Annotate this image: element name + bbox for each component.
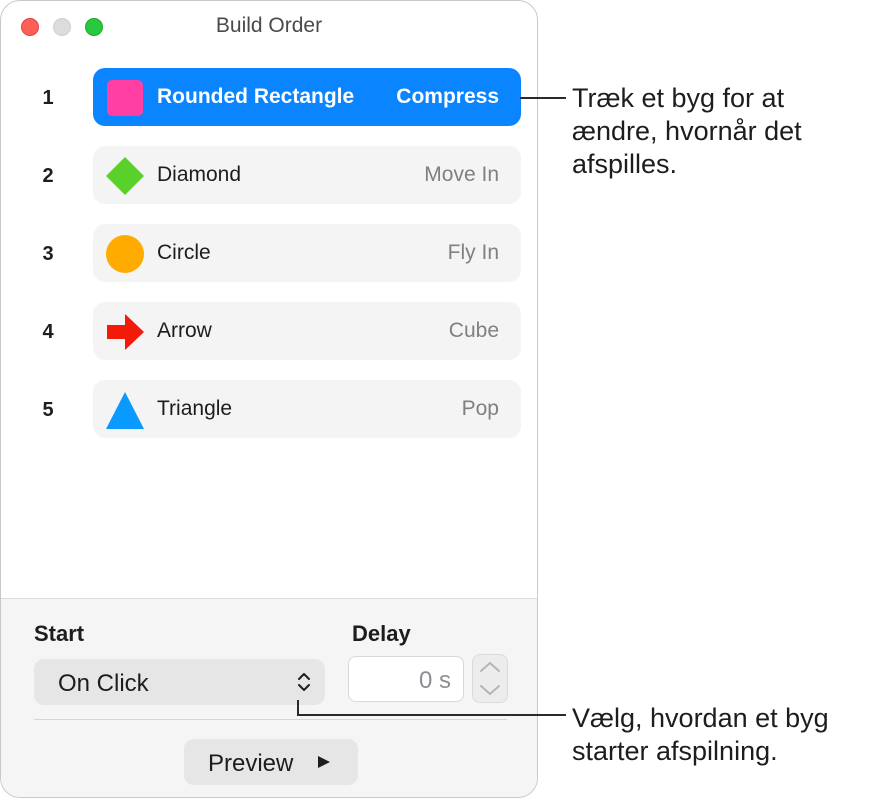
callout-line-text: ændre, hvornår det <box>572 116 802 146</box>
build-name: Rounded Rectangle <box>157 85 355 108</box>
start-label: Start <box>34 621 85 646</box>
start-value: On Click <box>58 670 149 697</box>
delay-value: 0 s <box>418 667 451 694</box>
up-down-chevron-icon <box>298 673 310 691</box>
build-effect: Fly In <box>447 241 499 264</box>
build-settings-panel: Start Delay On Click 0 s Preview <box>1 598 537 797</box>
callout-line <box>297 714 566 716</box>
delay-field[interactable]: 0 s <box>348 656 464 702</box>
build-name: Triangle <box>157 397 233 420</box>
build-row-diamond[interactable]: Diamond Move In <box>93 146 521 204</box>
callout-line-text: Træk et byg for at <box>572 83 785 113</box>
preview-button[interactable]: Preview <box>184 739 358 785</box>
delay-stepper[interactable] <box>472 654 508 703</box>
chevron-down-icon <box>480 685 500 695</box>
divider <box>34 719 507 720</box>
build-effect: Pop <box>461 397 499 420</box>
preview-label: Preview <box>208 750 294 777</box>
build-number: 4 <box>42 321 54 343</box>
build-row-rounded-rectangle[interactable]: Rounded Rectangle Compress <box>93 68 521 126</box>
callout-line-text: Vælg, hvordan et byg <box>572 703 829 733</box>
build-effect: Compress <box>396 85 499 108</box>
build-number: 2 <box>42 165 54 187</box>
stepper-down-button[interactable] <box>473 678 507 702</box>
window-title: Build Order <box>215 14 323 37</box>
delay-label: Delay <box>352 621 411 646</box>
build-name: Arrow <box>157 319 212 342</box>
build-name: Diamond <box>157 163 242 186</box>
green-diamond-icon <box>106 157 144 195</box>
build-number: 1 <box>42 87 54 109</box>
callout-line <box>297 700 299 715</box>
build-row-arrow[interactable]: Arrow Cube <box>93 302 521 360</box>
title-bar: Build Order <box>1 1 537 53</box>
callout-reorder: Træk et byg for at ændre, hvornår det af… <box>572 82 802 181</box>
callout-line-text: starter afspilning. <box>572 736 778 766</box>
chevron-up-icon <box>480 662 500 672</box>
build-row-triangle[interactable]: Triangle Pop <box>93 380 521 438</box>
red-arrow-icon <box>107 314 144 350</box>
build-name: Circle <box>157 241 211 264</box>
build-number: 5 <box>42 399 54 421</box>
pink-rounded-square-icon <box>107 80 143 116</box>
build-effect: Move In <box>424 163 499 186</box>
stepper-up-button[interactable] <box>473 655 507 679</box>
callout-line-text: afspilles. <box>572 149 678 179</box>
play-icon <box>318 756 330 768</box>
build-order-window: Build Order 1 Rounded Rectangle Compress… <box>0 0 538 798</box>
start-popup-menu[interactable]: On Click <box>34 659 325 705</box>
build-effect: Cube <box>448 319 499 342</box>
blue-triangle-icon <box>106 392 144 429</box>
orange-circle-icon <box>106 235 144 273</box>
build-number: 3 <box>42 243 54 265</box>
callout-start: Vælg, hvordan et byg starter afspilning. <box>572 702 829 768</box>
callout-line <box>520 97 566 99</box>
build-row-circle[interactable]: Circle Fly In <box>93 224 521 282</box>
